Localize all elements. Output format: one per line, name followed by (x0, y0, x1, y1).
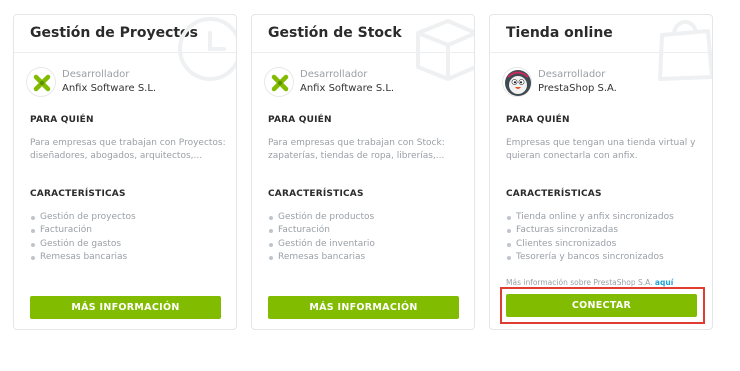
audience-label: PARA QUIÉN (30, 115, 94, 125)
features-list: Gestión de productos Facturación Gestión… (268, 211, 375, 265)
vendor-name: Anfix Software S.L. (300, 83, 395, 94)
feature-item: Gestión de proyectos (30, 211, 136, 224)
card-title: Gestión de Stock (268, 25, 402, 41)
feature-item: Facturación (268, 224, 375, 237)
card-title: Tienda online (506, 25, 613, 41)
feature-item: Tienda online y anfix sincronizados (506, 211, 674, 224)
features-label: CARACTERÍSTICAS (268, 189, 364, 199)
audience-label: PARA QUIÉN (268, 115, 332, 125)
prestashop-logo (502, 67, 532, 97)
audience-label: PARA QUIÉN (506, 115, 570, 125)
vendor-info: Desarrollador Anfix Software S.L. (264, 67, 466, 101)
feature-item: Facturación (30, 224, 136, 237)
features-label: CARACTERÍSTICAS (506, 189, 602, 199)
feature-item: Remesas bancarias (30, 251, 136, 264)
vendor-role: Desarrollador (62, 69, 130, 80)
connect-button[interactable]: CONECTAR (506, 294, 697, 317)
anfix-logo (264, 67, 294, 97)
more-info-button[interactable]: MÁS INFORMACIÓN (30, 296, 221, 319)
feature-item: Facturas sincronizadas (506, 224, 674, 237)
vendor-name: PrestaShop S.A. (538, 83, 617, 94)
feature-item: Gestión de productos (268, 211, 375, 224)
anfix-logo (26, 67, 56, 97)
features-label: CARACTERÍSTICAS (30, 189, 126, 199)
feature-item: Tesorería y bancos sincronizados (506, 251, 674, 264)
vendor-role: Desarrollador (538, 69, 606, 80)
more-info-button[interactable]: MÁS INFORMACIÓN (268, 296, 459, 319)
vendor-name: Anfix Software S.L. (62, 83, 157, 94)
more-info-link[interactable]: aquí (655, 278, 673, 287)
vendor-info: Desarrollador PrestaShop S.A. (502, 67, 704, 101)
vendor-role: Desarrollador (300, 69, 368, 80)
feature-item: Clientes sincronizados (506, 238, 674, 251)
app-card-stock: Gestión de Stock Desarrollador Anfix Sof… (251, 14, 475, 330)
feature-item: Remesas bancarias (268, 251, 375, 264)
app-card-tienda-online: Tienda online Desarrollador PrestaShop S… (489, 14, 713, 330)
more-info-text: Más información sobre PrestaShop S.A. (506, 278, 653, 287)
audience-text: Para empresas que trabajan con Stock: za… (268, 138, 445, 161)
audience-text: Para empresas que trabajan con Proyectos… (30, 138, 226, 161)
app-card-proyectos: Gestión de Proyectos Desarrollador Anfix… (13, 14, 237, 330)
vendor-info: Desarrollador Anfix Software S.L. (26, 67, 228, 101)
features-list: Tienda online y anfix sincronizados Fact… (506, 211, 674, 265)
more-info-note: Más información sobre PrestaShop S.A. aq… (506, 278, 673, 287)
feature-item: Gestión de gastos (30, 238, 136, 251)
feature-item: Gestión de inventario (268, 238, 375, 251)
audience-text: Empresas que tengan una tienda virtual y… (506, 138, 696, 161)
features-list: Gestión de proyectos Facturación Gestión… (30, 211, 136, 265)
